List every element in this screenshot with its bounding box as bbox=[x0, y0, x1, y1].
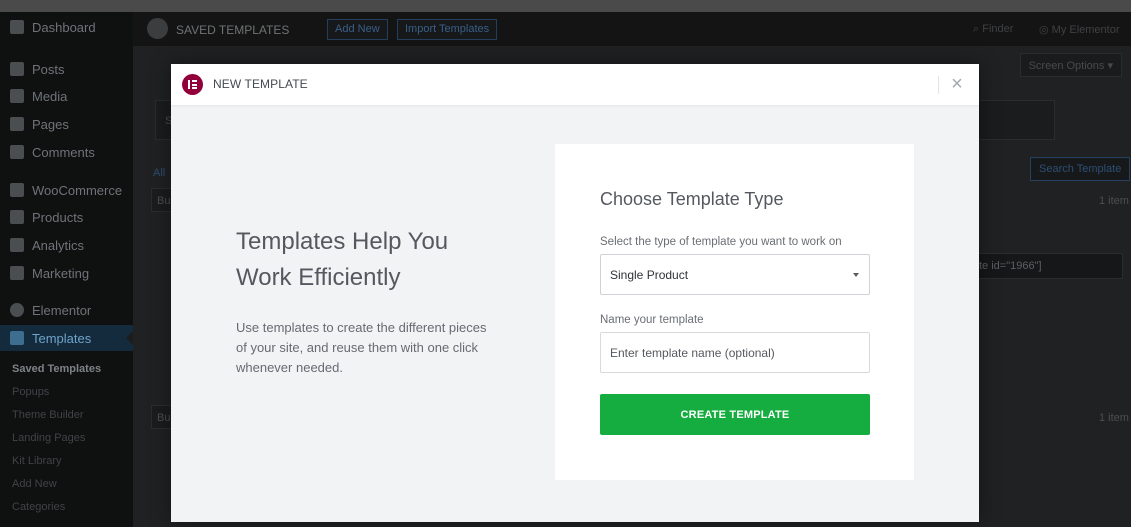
sidebar-item-label: Elementor bbox=[32, 302, 92, 318]
browser-top-strip bbox=[0, 0, 1131, 12]
create-template-button[interactable]: CREATE TEMPLATE bbox=[600, 394, 870, 435]
chevron-down-icon bbox=[853, 273, 859, 277]
sidebar-item-templates[interactable]: Templates bbox=[0, 325, 133, 351]
sidebar-item-label: Posts bbox=[32, 61, 65, 77]
products-icon bbox=[10, 210, 24, 224]
sidebar-item-products[interactable]: Products bbox=[0, 204, 133, 230]
page-icon bbox=[10, 117, 24, 131]
sidebar-item-label: Products bbox=[32, 209, 84, 225]
new-template-modal: NEW TEMPLATE × Templates Help You Work E… bbox=[171, 64, 979, 522]
intro-description: Use templates to create the different pi… bbox=[236, 320, 487, 375]
folder-icon bbox=[10, 331, 24, 345]
sidebar-item-posts[interactable]: Posts bbox=[0, 56, 133, 82]
template-form-card: Choose Template Type Select the type of … bbox=[555, 144, 914, 480]
admin-sidebar: Dashboard Posts Media Pages Comments Woo… bbox=[0, 12, 133, 527]
submenu-theme-builder[interactable]: Theme Builder bbox=[12, 409, 84, 421]
sidebar-item-label: Comments bbox=[32, 144, 95, 160]
elementor-top-bar: SAVED TEMPLATES Add New Import Templates… bbox=[133, 12, 1131, 46]
sidebar-item-label: Pages bbox=[32, 116, 69, 132]
sidebar-item-woocommerce[interactable]: WooCommerce bbox=[0, 177, 133, 203]
template-type-label: Select the type of template you want to … bbox=[600, 236, 842, 248]
media-icon bbox=[10, 89, 24, 103]
submenu-kit-library[interactable]: Kit Library bbox=[12, 455, 62, 467]
finder-link[interactable]: ⌕ Finder bbox=[973, 23, 1013, 36]
template-name-input[interactable] bbox=[600, 332, 870, 373]
template-name-label: Name your template bbox=[600, 314, 704, 326]
user-icon: ◎ bbox=[1039, 24, 1052, 36]
woocommerce-icon bbox=[10, 183, 24, 197]
submenu-saved-templates[interactable]: Saved Templates bbox=[12, 363, 101, 375]
submenu-categories[interactable]: Categories bbox=[12, 501, 65, 513]
intro-headline: Templates Help You Work Efficiently bbox=[236, 224, 536, 296]
analytics-icon bbox=[10, 238, 24, 252]
sidebar-item-media[interactable]: Media bbox=[0, 83, 133, 109]
pin-icon bbox=[10, 62, 24, 76]
elementor-icon bbox=[10, 303, 24, 317]
elementor-logo-icon bbox=[147, 18, 168, 39]
modal-header: NEW TEMPLATE × bbox=[171, 64, 979, 105]
sidebar-item-marketing[interactable]: Marketing bbox=[0, 260, 133, 286]
sidebar-item-pages[interactable]: Pages bbox=[0, 111, 133, 137]
search-icon: ⌕ bbox=[973, 23, 983, 35]
shortcode-text: te id="1966"] bbox=[979, 260, 1042, 272]
bulk-actions-label: Bu bbox=[157, 195, 171, 207]
intro-headline-line1: Templates Help You bbox=[236, 228, 449, 255]
sidebar-item-label: Dashboard bbox=[32, 19, 96, 35]
screen-options-button[interactable]: Screen Options ▾ bbox=[1019, 53, 1122, 77]
submenu-popups[interactable]: Popups bbox=[12, 386, 49, 398]
sidebar-item-label: WooCommerce bbox=[32, 182, 123, 198]
modal-title: NEW TEMPLATE bbox=[213, 77, 308, 91]
form-title: Choose Template Type bbox=[600, 189, 784, 209]
template-type-value: Single Product bbox=[610, 268, 689, 282]
megaphone-icon bbox=[10, 266, 24, 280]
submenu-landing-pages[interactable]: Landing Pages bbox=[12, 432, 85, 444]
comment-icon bbox=[10, 145, 24, 159]
my-elementor-link[interactable]: ◎ My Elementor bbox=[1039, 23, 1120, 36]
import-templates-button[interactable]: Import Templates bbox=[397, 19, 498, 40]
sidebar-item-analytics[interactable]: Analytics bbox=[0, 232, 133, 258]
submenu-add-new[interactable]: Add New bbox=[12, 478, 57, 490]
sidebar-item-label: Analytics bbox=[32, 237, 85, 253]
template-type-select[interactable]: Single Product bbox=[600, 254, 870, 295]
search-template-button[interactable]: Search Template bbox=[1030, 157, 1131, 181]
sidebar-item-label: Marketing bbox=[32, 265, 90, 281]
sidebar-item-label: Templates bbox=[32, 330, 92, 346]
close-icon[interactable]: × bbox=[946, 73, 968, 95]
sidebar-item-label: Media bbox=[32, 88, 68, 104]
filter-all-link[interactable]: All bbox=[153, 167, 165, 179]
items-count-bottom: 1 item bbox=[1099, 412, 1129, 424]
dashboard-icon bbox=[10, 20, 24, 34]
sidebar-item-comments[interactable]: Comments bbox=[0, 139, 133, 165]
bulk-actions-label-bottom: Bu bbox=[157, 412, 171, 424]
items-count: 1 item bbox=[1099, 195, 1129, 207]
intro-headline-line2: Work Efficiently bbox=[236, 264, 401, 291]
active-menu-arrow bbox=[126, 331, 133, 345]
header-divider bbox=[938, 76, 939, 94]
sidebar-item-dashboard[interactable]: Dashboard bbox=[0, 14, 133, 40]
add-new-button[interactable]: Add New bbox=[327, 19, 388, 40]
elementor-logo-icon bbox=[182, 74, 203, 95]
page-title: SAVED TEMPLATES bbox=[176, 23, 290, 37]
sidebar-item-elementor[interactable]: Elementor bbox=[0, 297, 133, 323]
